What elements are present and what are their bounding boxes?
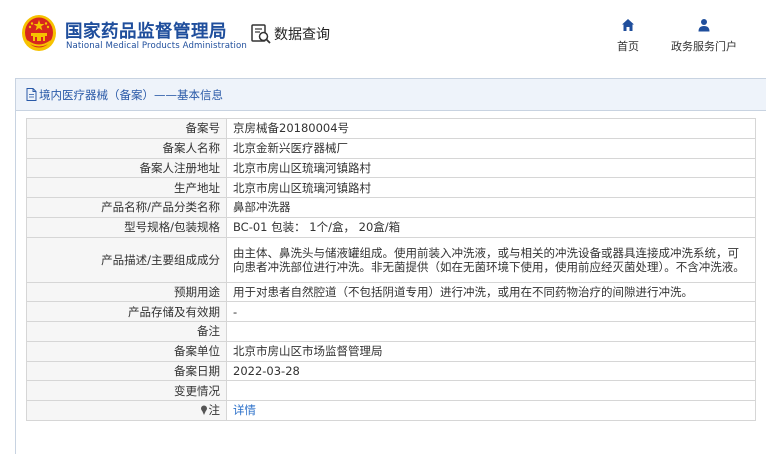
row-label: 产品名称/产品分类名称 — [26, 197, 227, 218]
table-row: 生产地址 北京市房山区琉璃河镇路村 — [26, 177, 756, 198]
row-label: 备案单位 — [26, 340, 227, 362]
row-label: 备案人名称 — [26, 137, 227, 159]
row-value: BC-01 包装： 1个/盒， 20盒/箱 — [226, 216, 756, 238]
table-row: 产品描述/主要组成成分 由主体、鼻洗头与储液罐组成。使用前装入冲洗液，或与相关的… — [26, 236, 756, 283]
row-value: 北京市房山区市场监督管理局 — [226, 340, 756, 362]
note-row: 注 详情 — [26, 400, 756, 421]
document-icon — [26, 88, 37, 101]
row-value: 鼻部冲洗器 — [226, 197, 756, 218]
table-row: 变更情况 — [26, 380, 756, 401]
table-row: 型号规格/包装规格 BC-01 包装： 1个/盒， 20盒/箱 — [26, 216, 756, 238]
pin-icon — [200, 405, 207, 416]
details-link[interactable]: 详情 — [233, 403, 256, 417]
row-value: 北京市房山区琉璃河镇路村 — [226, 157, 756, 179]
nav-service-portal-label: 政务服务门户 — [671, 40, 737, 53]
basic-info-panel: 境内医疗器械（备案）——基本信息 备案号 京房械备20180004号 备案人名称… — [15, 78, 766, 454]
row-value: 北京市房山区琉璃河镇路村 — [226, 177, 756, 198]
row-label: 备注 — [26, 321, 227, 342]
row-label: 备案人注册地址 — [26, 157, 227, 179]
row-label: 变更情况 — [26, 380, 227, 401]
document-search-icon — [251, 24, 271, 44]
nav-home-label: 首页 — [617, 40, 639, 53]
row-value: 用于对患者自然腔道（不包括阴道专用）进行冲洗，或用在不同药物治疗的间隙进行冲洗。 — [226, 281, 756, 303]
row-value: 京房械备20180004号 — [226, 118, 756, 139]
row-value: 2022-03-28 — [226, 360, 756, 382]
org-name-en: National Medical Products Administration — [66, 41, 247, 51]
row-value: - — [226, 301, 756, 322]
row-value — [226, 321, 756, 342]
nav-service-portal[interactable]: 政务服务门户 — [664, 18, 744, 54]
row-label: 备案号 — [26, 118, 227, 139]
note-value: 详情 — [226, 400, 756, 421]
panel-title: 境内医疗器械（备案）——基本信息 — [39, 87, 223, 102]
row-label: 产品描述/主要组成成分 — [26, 236, 227, 283]
row-value: 由主体、鼻洗头与储液罐组成。使用前装入冲洗液，或与相关的冲洗设备或器具连接成冲洗… — [226, 236, 756, 283]
site-header: 国家药品监督管理局 National Medical Products Admi… — [0, 0, 766, 70]
table-row: 预期用途 用于对患者自然腔道（不包括阴道专用）进行冲洗，或用在不同药物治疗的间隙… — [26, 281, 756, 303]
table-row: 备案号 京房械备20180004号 — [26, 118, 756, 139]
note-label: 注 — [208, 403, 221, 418]
row-label: 产品存储及有效期 — [26, 301, 227, 322]
record-info-table: 备案号 京房械备20180004号 备案人名称 北京金新兴医疗器械厂 备案人注册… — [26, 118, 756, 421]
table-row: 备案日期 2022-03-28 — [26, 360, 756, 382]
row-value — [226, 380, 756, 401]
table-row: 备案单位 北京市房山区市场监督管理局 — [26, 340, 756, 362]
panel-header: 境内医疗器械（备案）——基本信息 — [16, 79, 766, 111]
org-name-cn: 国家药品监督管理局 — [65, 22, 227, 42]
row-value: 北京金新兴医疗器械厂 — [226, 137, 756, 159]
data-query-label: 数据查询 — [274, 27, 330, 43]
table-row: 备案人注册地址 北京市房山区琉璃河镇路村 — [26, 157, 756, 179]
table-row: 产品存储及有效期 - — [26, 301, 756, 322]
national-emblem-icon — [22, 15, 56, 51]
table-row: 备注 — [26, 321, 756, 342]
row-label: 生产地址 — [26, 177, 227, 198]
home-icon — [622, 19, 634, 31]
table-row: 产品名称/产品分类名称 鼻部冲洗器 — [26, 197, 756, 218]
row-label: 预期用途 — [26, 281, 227, 303]
row-label: 型号规格/包装规格 — [26, 216, 227, 238]
data-query-link[interactable]: 数据查询 — [250, 23, 330, 45]
table-row: 备案人名称 北京金新兴医疗器械厂 — [26, 137, 756, 159]
note-label-cell: 注 — [26, 400, 227, 421]
row-label: 备案日期 — [26, 360, 227, 382]
nav-home[interactable]: 首页 — [608, 18, 648, 54]
user-icon — [698, 19, 710, 32]
